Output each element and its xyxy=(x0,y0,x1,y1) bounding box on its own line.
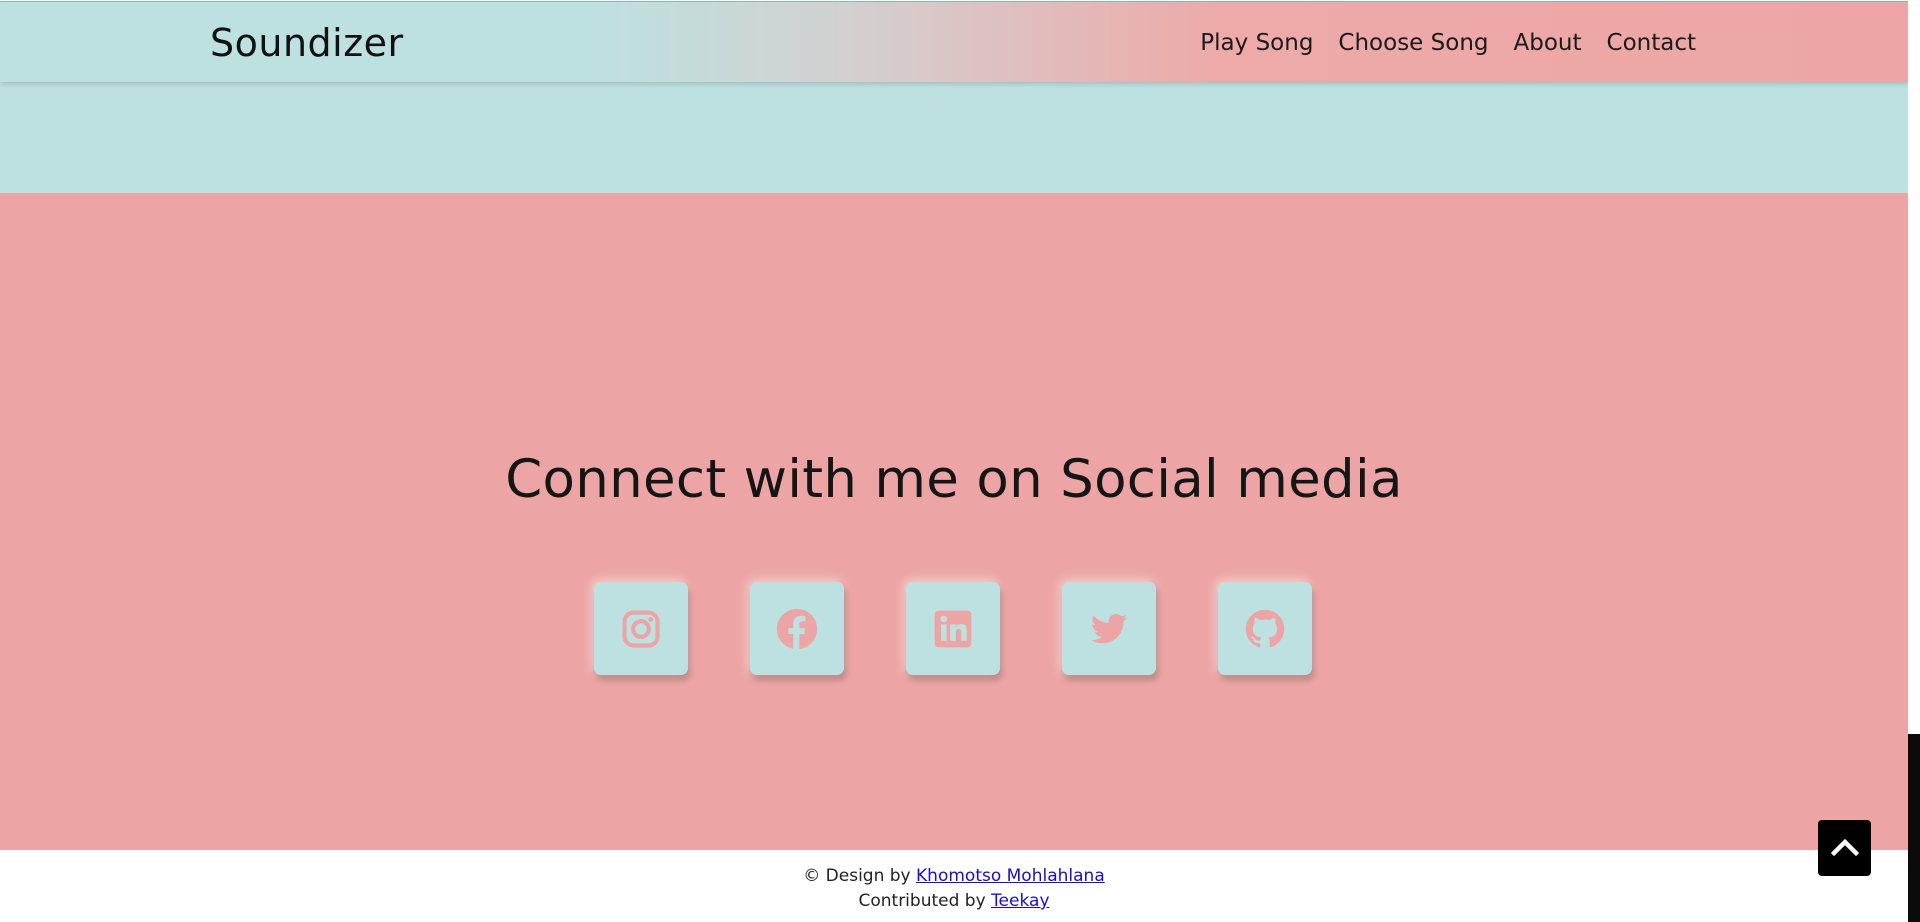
instagram-button[interactable] xyxy=(594,582,688,675)
social-section: Connect with me on Social media xyxy=(0,193,1908,850)
footer-contributor-prefix: Contributed by xyxy=(858,891,986,911)
nav-play-song[interactable]: Play Song xyxy=(1200,28,1313,58)
designer-link[interactable]: Khomotso Mohlahlana xyxy=(916,866,1105,886)
footer-design-credit: © Design by Khomotso Mohlahlana xyxy=(0,865,1908,887)
footer-design-prefix: © Design by xyxy=(803,866,911,886)
twitter-button[interactable] xyxy=(1062,582,1156,675)
contributor-link[interactable]: Teekay xyxy=(991,891,1049,911)
github-button[interactable] xyxy=(1218,582,1312,675)
facebook-button[interactable] xyxy=(750,582,844,675)
chevron-up-icon xyxy=(1830,838,1859,857)
main-nav: Play Song Choose Song About Contact xyxy=(1200,28,1696,58)
footer-contributor-credit: Contributed by Teekay xyxy=(0,890,1908,912)
instagram-icon xyxy=(622,609,660,648)
nav-contact[interactable]: Contact xyxy=(1607,28,1696,58)
viewport: Soundizer Play Song Choose Song About Co… xyxy=(0,0,1908,922)
scrollbar-track[interactable] xyxy=(1908,0,1920,922)
header-top-line xyxy=(0,1,1908,2)
previous-section-band xyxy=(0,82,1908,193)
site-footer: © Design by Khomotso Mohlahlana Contribu… xyxy=(0,850,1908,922)
back-to-top-button[interactable] xyxy=(1818,820,1871,876)
nav-about[interactable]: About xyxy=(1514,28,1582,58)
scrollbar-thumb[interactable] xyxy=(1908,734,1920,922)
social-heading: Connect with me on Social media xyxy=(505,449,1403,510)
page: Soundizer Play Song Choose Song About Co… xyxy=(0,0,1920,922)
nav-choose-song[interactable]: Choose Song xyxy=(1338,28,1488,58)
github-icon xyxy=(1245,609,1285,647)
social-buttons xyxy=(594,582,1312,675)
linkedin-button[interactable] xyxy=(906,582,1000,675)
facebook-icon xyxy=(776,608,818,649)
site-header: Soundizer Play Song Choose Song About Co… xyxy=(0,1,1908,82)
linkedin-icon xyxy=(934,610,972,647)
brand-logo[interactable]: Soundizer xyxy=(210,19,404,67)
twitter-icon xyxy=(1090,613,1128,643)
